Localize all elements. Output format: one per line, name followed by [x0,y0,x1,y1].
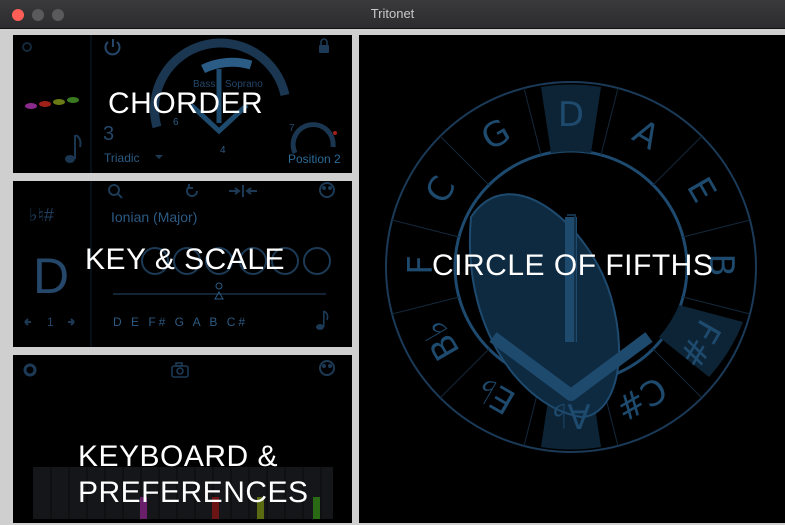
note-icon [316,310,329,330]
chorder-settings-icon [22,42,32,52]
search-icon [108,184,123,199]
window-title: Tritonet [370,6,415,21]
power-icon [104,39,121,56]
key-scale-panel[interactable]: ♭♮# Ionian (Major) D 1 D E F# G A B C# K… [13,181,352,347]
octave-value: 1 [47,315,54,329]
circle-key-6[interactable]: A♭ [551,395,591,435]
keyboard-panel[interactable]: KEYBOARD & PREFERENCES [13,355,352,523]
mood-face-6 [303,247,331,275]
chorder-dial-highlight [201,57,253,74]
scale-slider-marker [214,290,224,300]
position-label: Position 2 [288,152,341,166]
smiley-icon [319,182,335,198]
keyboard-title-line-1: KEYBOARD & [78,440,279,473]
circle-key-0[interactable]: D [551,95,591,135]
mode-caret-icon [155,155,163,159]
octave-up-icon [68,318,75,326]
key-scale-title: KEY & SCALE [85,243,286,276]
octave-down-icon [24,318,31,326]
circle-title: CIRCLE OF FIFTHS [432,249,714,282]
chorder-num-7: 7 [289,123,295,134]
position-dial [290,122,336,155]
chorder-num-4: 4 [220,145,226,156]
keyboard-title: KEYBOARD & PREFERENCES [78,439,309,511]
scale-notes: D E F# G A B C# [113,315,249,329]
key-letter: D [33,248,70,304]
chorder-panel[interactable]: Bass Soprano 6 4 7 3 Triadic Position 2 … [13,35,352,173]
gear-icon [23,363,37,377]
note-icon [65,134,82,163]
app-content: Bass Soprano 6 4 7 3 Triadic Position 2 … [0,29,785,525]
window-titlebar: Tritonet [0,0,785,29]
chorder-color-dots [25,97,79,109]
accidental-buttons[interactable]: ♭♮# [29,205,54,226]
collapse-icon [229,185,257,197]
camera-icon [171,362,189,378]
voice-count: 3 [103,123,115,145]
scale-name[interactable]: Ionian (Major) [111,209,197,225]
chorder-title: CHORDER [108,87,264,120]
smiley-icon [319,360,335,376]
scale-slider-thumb [215,282,223,290]
chord-mode-select[interactable]: Triadic [104,151,140,165]
circle-of-fifths-panel[interactable]: D A E B F# C# A♭ E♭ B♭ F C G CIRCLE OF FIFTHS [359,35,785,523]
position-indicator [333,131,337,135]
keyboard-title-line-2: PREFERENCES [78,476,309,509]
lock-icon [319,38,329,53]
refresh-icon [186,184,198,197]
